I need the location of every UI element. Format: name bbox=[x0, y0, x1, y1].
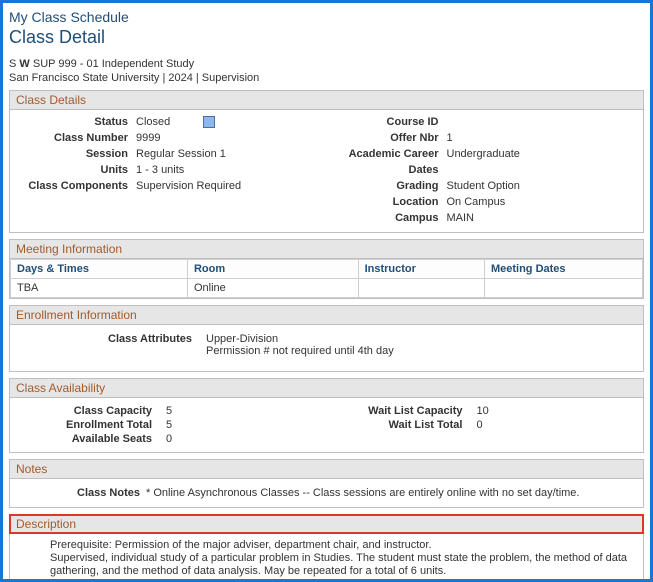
campus-label: Campus bbox=[327, 211, 447, 225]
courseid-label: Course ID bbox=[327, 115, 447, 129]
waitlist-capacity-label: Wait List Capacity bbox=[327, 405, 477, 417]
grading-value: Student Option bbox=[447, 179, 638, 193]
dates-label: Dates bbox=[327, 163, 447, 177]
class-details-header: Class Details bbox=[10, 91, 643, 110]
grading-label: Grading bbox=[327, 179, 447, 193]
col-meeting-dates[interactable]: Meeting Dates bbox=[484, 260, 642, 279]
class-attribute-2: Permission # not required until 4th day bbox=[206, 345, 637, 357]
availability-right: Wait List Capacity10 Wait List Total0 bbox=[327, 404, 638, 446]
status-value: Closed bbox=[136, 115, 327, 129]
class-details-left: Status Closed Class Number9999 SessionRe… bbox=[16, 114, 327, 226]
waitlist-total-value: 0 bbox=[477, 419, 507, 431]
description-header: Description bbox=[9, 514, 644, 534]
page-title: My Class Schedule bbox=[9, 9, 644, 25]
availability-section: Class Availability Class Capacity5 Enrol… bbox=[9, 378, 644, 453]
meeting-section: Meeting Information Days & Times Room In… bbox=[9, 239, 644, 299]
status-closed-icon bbox=[203, 116, 215, 128]
components-label: Class Components bbox=[16, 179, 136, 193]
class-attribute-1: Upper-Division bbox=[206, 333, 637, 345]
class-attributes-values: Upper-Division Permission # not required… bbox=[206, 333, 637, 357]
meeting-row: TBA Online bbox=[11, 279, 643, 298]
units-value: 1 - 3 units bbox=[136, 163, 327, 177]
meeting-header-row: Days & Times Room Instructor Meeting Dat… bbox=[11, 260, 643, 279]
description-line-1: Prerequisite: Permission of the major ad… bbox=[50, 539, 637, 552]
career-value: Undergraduate bbox=[447, 147, 638, 161]
class-details-right: Course ID Offer Nbr1 Academic CareerUnde… bbox=[327, 114, 638, 226]
notes-header: Notes bbox=[10, 460, 643, 479]
cell-instructor bbox=[358, 279, 484, 298]
enrollment-header: Enrollment Information bbox=[10, 306, 643, 325]
campus-value: MAIN bbox=[447, 211, 638, 225]
notes-body: Class Notes * Online Asynchronous Classe… bbox=[10, 479, 643, 507]
enrollment-body: Class Attributes Upper-Division Permissi… bbox=[10, 325, 643, 371]
waitlist-total-label: Wait List Total bbox=[327, 419, 477, 431]
app-frame: My Class Schedule Class Detail S W SUP 9… bbox=[0, 0, 653, 582]
course-rest: SUP 999 - 01 Independent Study bbox=[30, 58, 194, 70]
offernbr-label: Offer Nbr bbox=[327, 131, 447, 145]
meeting-table: Days & Times Room Instructor Meeting Dat… bbox=[10, 259, 643, 298]
description-section: Description Prerequisite: Permission of … bbox=[9, 514, 644, 581]
components-value: Supervision Required bbox=[136, 179, 327, 193]
career-label: Academic Career bbox=[327, 147, 447, 161]
available-seats-value: 0 bbox=[166, 433, 196, 445]
col-instructor[interactable]: Instructor bbox=[358, 260, 484, 279]
status-label: Status bbox=[16, 115, 136, 129]
capacity-label: Class Capacity bbox=[16, 405, 166, 417]
course-prefix: S bbox=[9, 58, 16, 70]
availability-left: Class Capacity5 Enrollment Total5 Availa… bbox=[16, 404, 327, 446]
session-value: Regular Session 1 bbox=[136, 147, 327, 161]
university-line: San Francisco State University | 2024 | … bbox=[9, 72, 644, 84]
waitlist-capacity-value: 10 bbox=[477, 405, 507, 417]
meeting-header: Meeting Information bbox=[10, 240, 643, 259]
capacity-value: 5 bbox=[166, 405, 196, 417]
class-details-section: Class Details Status Closed Class Number… bbox=[9, 90, 644, 233]
cell-room: Online bbox=[187, 279, 358, 298]
offernbr-value: 1 bbox=[447, 131, 638, 145]
col-room[interactable]: Room bbox=[187, 260, 358, 279]
availability-header: Class Availability bbox=[10, 379, 643, 398]
enrollment-section: Enrollment Information Class Attributes … bbox=[9, 305, 644, 372]
class-attributes-label: Class Attributes bbox=[16, 333, 206, 357]
session-label: Session bbox=[16, 147, 136, 161]
class-notes-label: Class Notes bbox=[16, 487, 146, 499]
course-heading: S W SUP 999 - 01 Independent Study bbox=[9, 58, 644, 70]
description-line-2: Supervised, individual study of a partic… bbox=[50, 552, 637, 578]
status-text: Closed bbox=[136, 116, 170, 128]
col-days-times[interactable]: Days & Times bbox=[11, 260, 188, 279]
course-bold: W bbox=[19, 58, 29, 70]
available-seats-label: Available Seats bbox=[16, 433, 166, 445]
class-number-value: 9999 bbox=[136, 131, 327, 145]
page-subtitle: Class Detail bbox=[9, 27, 644, 48]
location-label: Location bbox=[327, 195, 447, 209]
notes-section: Notes Class Notes * Online Asynchronous … bbox=[9, 459, 644, 508]
dates-value bbox=[447, 163, 638, 177]
courseid-value bbox=[447, 115, 638, 129]
enroll-total-label: Enrollment Total bbox=[16, 419, 166, 431]
availability-body: Class Capacity5 Enrollment Total5 Availa… bbox=[10, 398, 643, 452]
description-body: Prerequisite: Permission of the major ad… bbox=[10, 533, 643, 580]
cell-meeting-dates bbox=[484, 279, 642, 298]
cell-days-times: TBA bbox=[11, 279, 188, 298]
class-number-label: Class Number bbox=[16, 131, 136, 145]
units-label: Units bbox=[16, 163, 136, 177]
enroll-total-value: 5 bbox=[166, 419, 196, 431]
class-details-body: Status Closed Class Number9999 SessionRe… bbox=[10, 110, 643, 232]
class-notes-text: * Online Asynchronous Classes -- Class s… bbox=[146, 487, 637, 499]
location-value: On Campus bbox=[447, 195, 638, 209]
